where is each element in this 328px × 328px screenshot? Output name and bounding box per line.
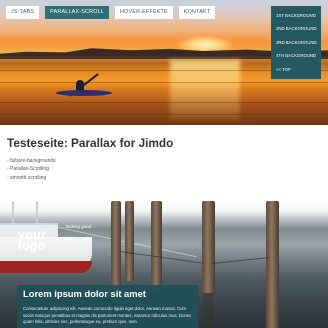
pier-pile <box>111 201 121 289</box>
tab-kontakt[interactable]: KONTAKT <box>178 6 216 19</box>
page-title: Testeseite: Parallax for Jimdo <box>7 136 174 150</box>
pier-pile <box>202 201 215 293</box>
pier-pile <box>151 201 162 291</box>
text-overlay-box: Lorem ipsum dolor sit amet Consectetuer … <box>17 285 198 328</box>
pier-pile <box>125 201 134 281</box>
section-navigation: 1ST BACKGROUND 2ND BACKGROUND 3RD BACKGR… <box>271 6 321 79</box>
site-logo[interactable]: your logo <box>18 229 46 253</box>
water-ripple <box>0 114 328 115</box>
pile-reflection <box>203 293 214 328</box>
tab-js-tabs[interactable]: JS-TABS <box>6 6 40 19</box>
pier-pile <box>266 201 279 328</box>
kayak <box>56 90 112 96</box>
list-item: - Parallax-Scrolling <box>7 166 49 173</box>
nav-item-back-to-top[interactable]: << TOP <box>271 63 321 76</box>
content-section: Testeseite: Parallax for Jimdo - fullsiz… <box>0 125 328 201</box>
list-item: - fullsize-backgrounds <box>7 158 56 164</box>
list-item: - smooth scrolling <box>7 174 47 181</box>
boat-stripe <box>0 261 92 273</box>
pier-rope <box>211 256 270 264</box>
nav-item-3rd-background[interactable]: 3RD BACKGROUND <box>271 36 321 49</box>
sun-reflection <box>170 60 240 120</box>
main-navigation: JS-TABS PARALLAX-SCROLL HOVER-EFFEKTE KO… <box>6 6 216 19</box>
tab-parallax-scroll[interactable]: PARALLAX-SCROLL <box>45 6 110 19</box>
overlay-title: Lorem ipsum dolor sit amet <box>23 288 146 299</box>
feature-list: - fullsize-backgrounds - Parallax-Scroll… <box>7 157 56 182</box>
overlay-body-text: Consectetuer adipiscing elit. Aenean com… <box>23 306 192 325</box>
nav-item-4th-background[interactable]: 4TH BACKGROUND <box>271 49 321 62</box>
logo-tagline: ...looking good <box>62 224 92 229</box>
tab-hover-effekte[interactable]: HOVER-EFFEKTE <box>115 6 173 19</box>
nav-item-1st-background[interactable]: 1ST BACKGROUND <box>271 9 321 22</box>
logo-line-logo: logo <box>18 239 46 253</box>
water-ripple <box>0 102 328 103</box>
nav-item-2nd-background[interactable]: 2ND BACKGROUND <box>271 22 321 35</box>
water-ripple <box>0 82 328 83</box>
